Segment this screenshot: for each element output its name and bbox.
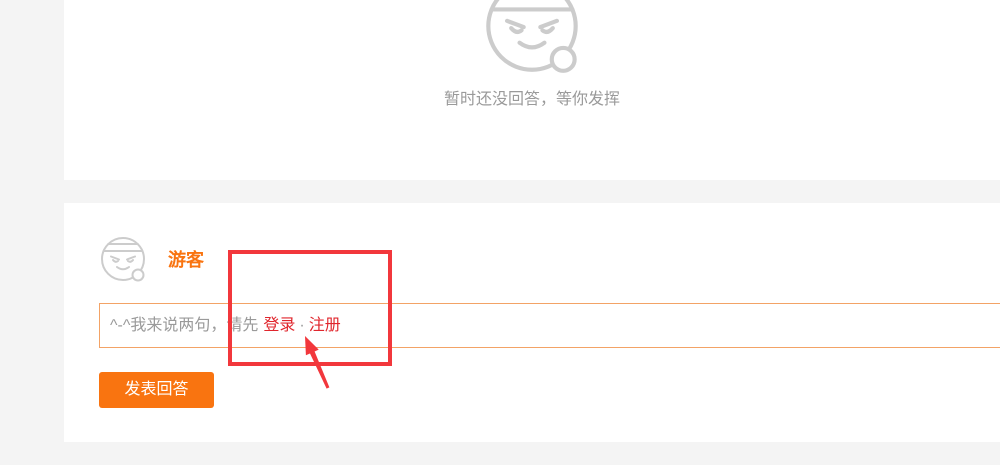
answers-card: 暂时还没回答，等你发挥 xyxy=(64,0,1000,180)
login-link[interactable]: 登录 xyxy=(263,317,295,334)
reply-composer-card: 游客 ^-^我来说两句，请先 登录 · 注册 发表回答 xyxy=(64,203,1000,442)
empty-state-message: 暂时还没回答，等你发挥 xyxy=(443,91,620,108)
mascot-face-icon xyxy=(101,237,145,282)
reply-input-prompt: ^-^我来说两句，请先 xyxy=(110,317,259,334)
username: 游客 xyxy=(168,250,204,270)
submit-answer-button[interactable]: 发表回答 xyxy=(99,372,214,408)
reply-input[interactable]: ^-^我来说两句，请先 登录 · 注册 xyxy=(99,303,1000,348)
mascot-face-icon xyxy=(480,0,584,75)
register-link[interactable]: 注册 xyxy=(309,317,341,334)
link-separator: · xyxy=(299,317,305,334)
avatar xyxy=(98,234,148,284)
